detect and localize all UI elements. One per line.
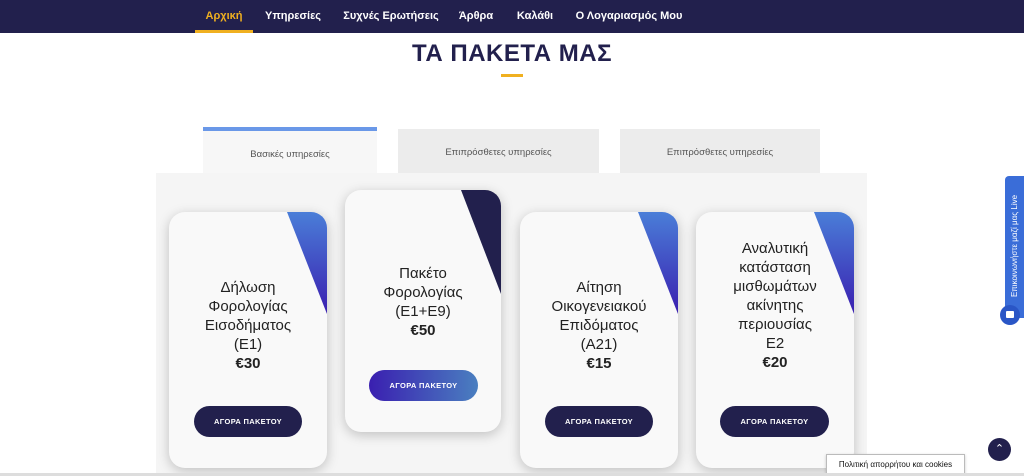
nav-item-faq[interactable]: Συχνές Ερωτήσεις [338, 0, 444, 33]
package-card-e1: Δήλωση Φορολογίας Εισοδήματος (Ε1) €30 Α… [169, 212, 327, 468]
nav-item-account[interactable]: Ο Λογαριασμός Μου [572, 0, 686, 33]
tab-additional-services-2[interactable]: Επιπρόσθετες υπηρεσίες [620, 129, 820, 173]
card-title: Δήλωση Φορολογίας Εισοδήματος (Ε1) €30 [169, 278, 327, 373]
live-chat-tab[interactable]: Επικοινωνήστε μαζί μας Live [1005, 176, 1024, 318]
nav-item-home[interactable]: Αρχική [195, 0, 253, 33]
page-title: ΤΑ ΠΑΚΕΤΑ ΜΑΣ [412, 40, 612, 67]
package-card-e2: Αναλυτική κατάσταση μισθωμάτων ακίνητης … [696, 212, 854, 468]
card-title: Πακέτο Φορολογίας (Ε1+Ε9) €50 [345, 264, 501, 340]
nav-item-services[interactable]: Υπηρεσίες [260, 0, 326, 33]
top-navbar: Αρχική Υπηρεσίες Συχνές Ερωτήσεις Άρθρα … [0, 0, 1024, 33]
nav-item-articles[interactable]: Άρθρα [452, 0, 500, 33]
buy-package-button[interactable]: ΑΓΟΡΑ ΠΑΚΕΤΟΥ [194, 406, 302, 437]
nav-active-underline [195, 30, 253, 33]
tab-basic-services[interactable]: Βασικές υπηρεσίες [203, 127, 377, 177]
buy-package-button[interactable]: ΑΓΟΡΑ ΠΑΚΕΤΟΥ [720, 406, 829, 437]
live-chat-label: Επικοινωνήστε μαζί μας Live [1010, 194, 1019, 298]
card-title: Αίτηση Οικογενειακού Επιδόματος (Α21) €1… [520, 278, 678, 373]
chat-icon[interactable] [1000, 305, 1020, 325]
card-price: €20 [762, 354, 788, 371]
package-card-a21: Αίτηση Οικογενειακού Επιδόματος (Α21) €1… [520, 212, 678, 468]
tab-additional-services-1[interactable]: Επιπρόσθετες υπηρεσίες [398, 129, 599, 173]
nav-item-cart[interactable]: Καλάθι [510, 0, 560, 33]
buy-package-button[interactable]: ΑΓΟΡΑ ΠΑΚΕΤΟΥ [369, 370, 478, 401]
title-accent-bar [501, 74, 523, 77]
buy-package-button[interactable]: ΑΓΟΡΑ ΠΑΚΕΤΟΥ [545, 406, 653, 437]
chevron-up-icon[interactable]: ⌃ [988, 438, 1011, 461]
package-card-e1-e9: Πακέτο Φορολογίας (Ε1+Ε9) €50 ΑΓΟΡΑ ΠΑΚΕ… [345, 190, 501, 432]
card-price: €30 [235, 355, 261, 372]
card-price: €50 [410, 322, 436, 339]
card-price: €15 [586, 355, 612, 372]
card-title: Αναλυτική κατάσταση μισθωμάτων ακίνητης … [696, 239, 854, 372]
